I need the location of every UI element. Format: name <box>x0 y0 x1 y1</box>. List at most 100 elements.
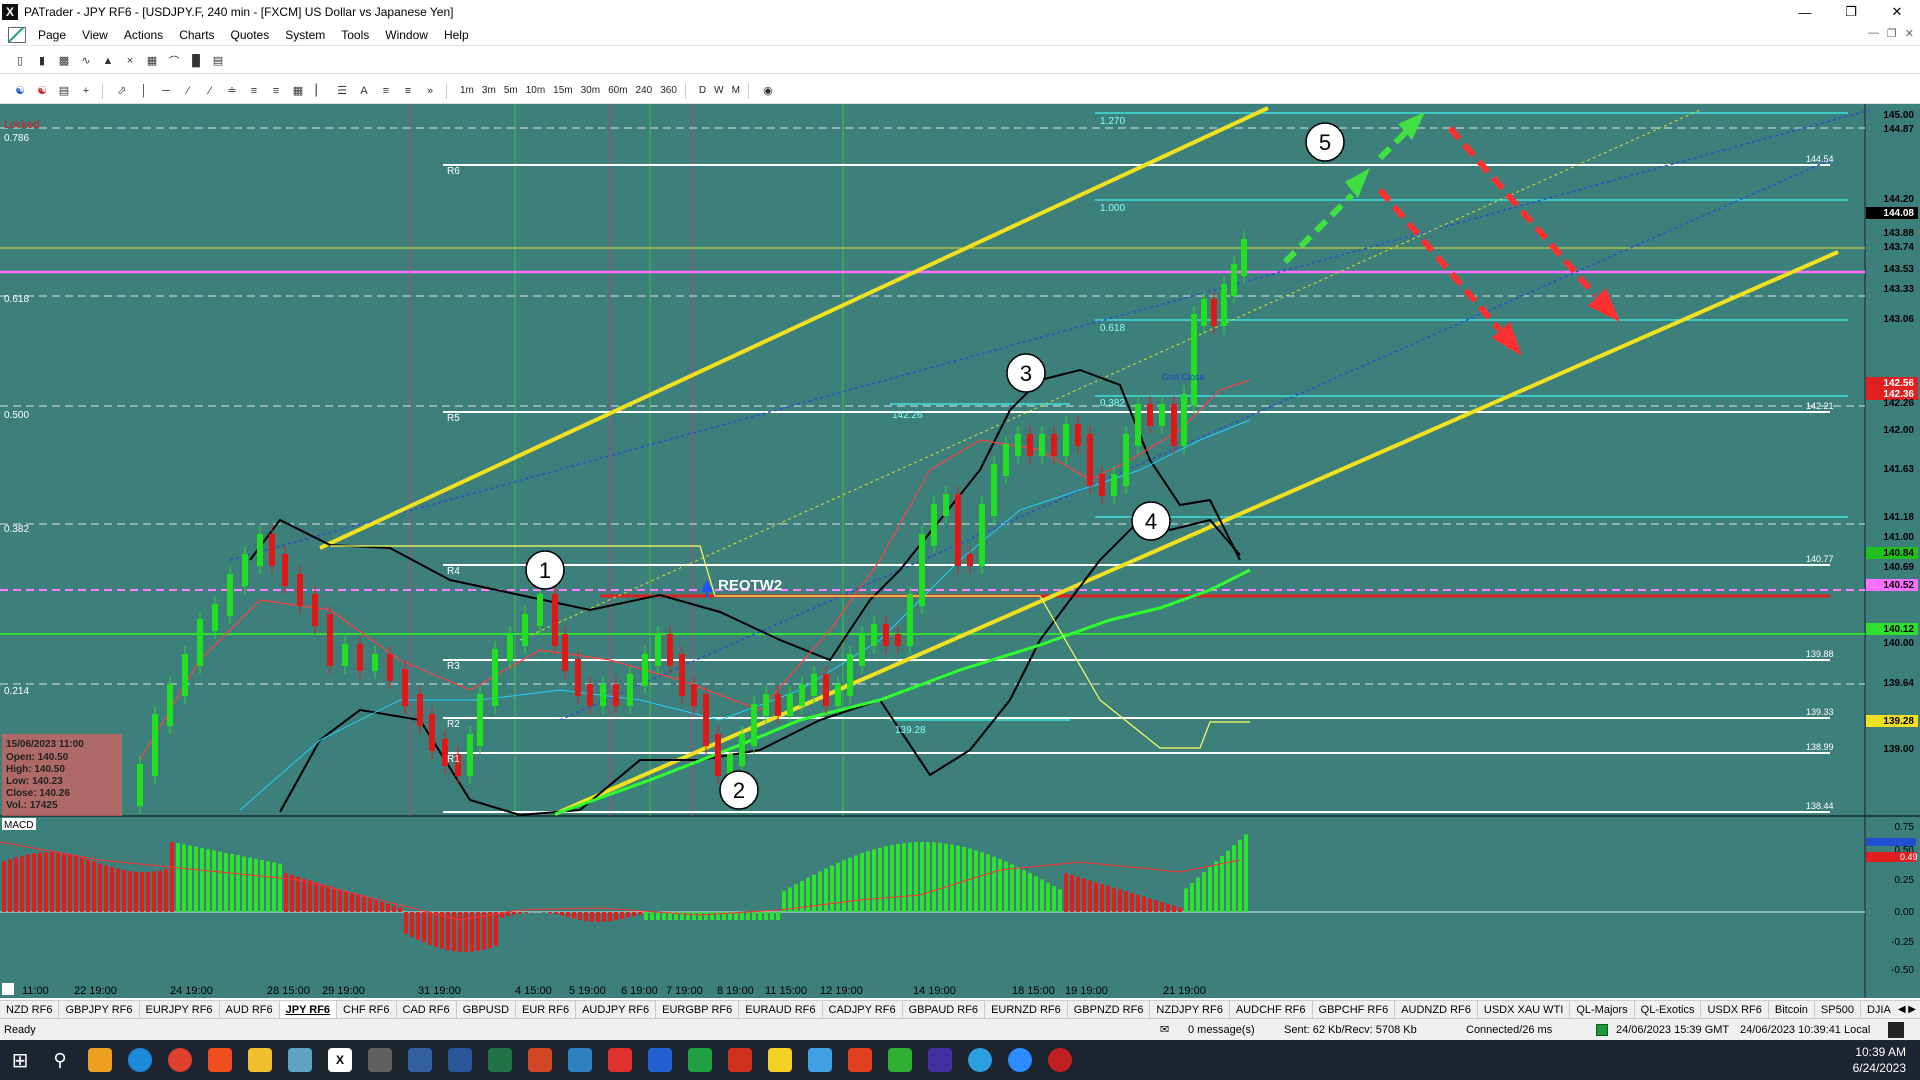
fib-fan-icon[interactable]: ≐ <box>222 82 242 100</box>
app-s-blue-icon[interactable] <box>640 1040 680 1080</box>
sync-icon[interactable]: ☯ <box>10 82 30 100</box>
tab-gbpchf-rf6[interactable]: GBPCHF RF6 <box>1313 1001 1396 1018</box>
more-icon[interactable]: » <box>420 82 440 100</box>
chart-area[interactable]: 1 2 3 4 5 Locked 0.786 0.618 0.500 0.382… <box>0 104 1920 998</box>
app-c-green-icon[interactable] <box>880 1040 920 1080</box>
patrader-icon[interactable]: X <box>320 1040 360 1080</box>
tab-aud-rf6[interactable]: AUD RF6 <box>220 1001 280 1018</box>
edge-icon[interactable] <box>120 1040 160 1080</box>
tab-gbpjpy-rf6[interactable]: GBPJPY RF6 <box>59 1001 140 1018</box>
tab-eurnzd-rf6[interactable]: EURNZD RF6 <box>985 1001 1068 1018</box>
area-chart-icon[interactable]: ▲ <box>98 52 118 70</box>
close-icon[interactable]: ✕ <box>1874 0 1920 24</box>
tab-cadjpy-rf6[interactable]: CADJPY RF6 <box>823 1001 903 1018</box>
brave-icon[interactable] <box>200 1040 240 1080</box>
trade-icon[interactable]: ☯ <box>32 82 52 100</box>
mdi-close-icon[interactable]: ✕ <box>1905 27 1914 40</box>
app-red-bird-icon[interactable] <box>720 1040 760 1080</box>
clock[interactable]: 10:39 AM 6/24/2023 <box>1853 1044 1906 1076</box>
chart-icon[interactable] <box>8 26 26 43</box>
zoom-icon[interactable] <box>1000 1040 1040 1080</box>
line-chart-icon[interactable]: ∿ <box>76 52 96 70</box>
search-icon[interactable]: ⚲ <box>40 1040 80 1080</box>
text-icon[interactable]: A <box>354 82 374 100</box>
bar-chart-icon[interactable]: ▯ <box>10 52 30 70</box>
fib-ext-icon[interactable]: ≡ <box>266 82 286 100</box>
tf-m[interactable]: M <box>728 85 744 96</box>
tab-audjpy-rf6[interactable]: AUDJPY RF6 <box>576 1001 657 1018</box>
gann-icon[interactable]: ▦ <box>288 82 308 100</box>
tab-gbpusd[interactable]: GBPUSD <box>457 1001 517 1018</box>
photos-icon[interactable] <box>560 1040 600 1080</box>
windows-start-icon[interactable]: ⊞ <box>0 1040 40 1080</box>
ohlc-chart-icon[interactable]: ▮ <box>32 52 52 70</box>
settings-icon[interactable]: ◉ <box>758 82 778 100</box>
pointer-icon[interactable]: ⬀ <box>112 82 132 100</box>
tab-gbpaud-rf6[interactable]: GBPAUD RF6 <box>903 1001 986 1018</box>
tab-eur-rf6[interactable]: EUR RF6 <box>516 1001 577 1018</box>
app-dark-red-icon[interactable] <box>1040 1040 1080 1080</box>
pitchfork-icon[interactable]: ☰ <box>332 82 352 100</box>
menu-actions[interactable]: Actions <box>116 28 171 42</box>
renko-chart-icon[interactable]: ▦ <box>142 52 162 70</box>
app-leaf-icon[interactable] <box>680 1040 720 1080</box>
tab-djia[interactable]: DJIA <box>1861 1001 1898 1018</box>
candle-chart-icon[interactable]: ▩ <box>54 52 74 70</box>
tab-ql-majors[interactable]: QL-Majors <box>1570 1001 1635 1018</box>
tf-30m[interactable]: 30m <box>577 85 604 96</box>
menu-tools[interactable]: Tools <box>333 28 377 42</box>
tab-audchf-rf6[interactable]: AUDCHF RF6 <box>1230 1001 1313 1018</box>
cycle-icon[interactable]: ▏ <box>310 82 330 100</box>
app-s-red-icon[interactable] <box>600 1040 640 1080</box>
restore-icon[interactable]: ❐ <box>1828 0 1874 24</box>
tab-chf-rf6[interactable]: CHF RF6 <box>337 1001 397 1018</box>
tab-eurjpy-rf6[interactable]: EURJPY RF6 <box>140 1001 220 1018</box>
minimize-icon[interactable]: — <box>1782 0 1828 24</box>
chrome-icon[interactable] <box>160 1040 200 1080</box>
telegram-icon[interactable] <box>960 1040 1000 1080</box>
indicator-icon[interactable]: ▤ <box>54 82 74 100</box>
tab-cad-rf6[interactable]: CAD RF6 <box>397 1001 457 1018</box>
tab-ql-exotics[interactable]: QL-Exotics <box>1635 1001 1702 1018</box>
tab-sp500[interactable]: SP500 <box>1815 1001 1861 1018</box>
explorer-icon[interactable] <box>240 1040 280 1080</box>
tf-w[interactable]: W <box>710 85 727 96</box>
tab-nzdjpy-rf6[interactable]: NZDJPY RF6 <box>1150 1001 1230 1018</box>
menu-help[interactable]: Help <box>436 28 477 42</box>
tf-1m[interactable]: 1m <box>456 85 478 96</box>
app-icon-gray[interactable] <box>360 1040 400 1080</box>
channel-icon[interactable]: ∕ <box>200 82 220 100</box>
tab-nzd-rf6[interactable]: NZD RF6 <box>0 1001 60 1018</box>
tab-usdx-rf6[interactable]: USDX RF6 <box>1701 1001 1769 1018</box>
tab-bitcoin[interactable]: Bitcoin <box>1769 1001 1815 1018</box>
powerpoint-icon[interactable] <box>520 1040 560 1080</box>
menu-system[interactable]: System <box>277 28 333 42</box>
menu-window[interactable]: Window <box>377 28 436 42</box>
mdi-restore-icon[interactable]: ❐ <box>1887 27 1897 40</box>
word-icon[interactable] <box>440 1040 480 1080</box>
tf-60m[interactable]: 60m <box>604 85 631 96</box>
kagi-chart-icon[interactable]: ⌒ <box>164 52 184 70</box>
mail-app-icon[interactable] <box>80 1040 120 1080</box>
point-figure-icon[interactable]: × <box>120 52 140 70</box>
calculator-icon[interactable] <box>400 1040 440 1080</box>
notes-icon[interactable] <box>280 1040 320 1080</box>
tab-audnzd-rf6[interactable]: AUDNZD RF6 <box>1395 1001 1478 1018</box>
mail-icon[interactable]: ✉ <box>1160 1023 1169 1036</box>
arrow-icon[interactable]: ≡ <box>376 82 396 100</box>
erase-icon[interactable]: ≡ <box>398 82 418 100</box>
tf-10m[interactable]: 10m <box>522 85 549 96</box>
tf-5m[interactable]: 5m <box>500 85 522 96</box>
volume-chart-icon[interactable]: █ <box>186 52 206 70</box>
tab-gbpnzd-rf6[interactable]: GBPNZD RF6 <box>1068 1001 1151 1018</box>
histogram-icon[interactable]: ▤ <box>208 52 228 70</box>
tf-240[interactable]: 240 <box>632 85 657 96</box>
menu-charts[interactable]: Charts <box>171 28 222 42</box>
app-c-red-icon[interactable] <box>840 1040 880 1080</box>
vertical-line-icon[interactable]: │ <box>134 82 154 100</box>
mdi-minimize-icon[interactable]: — <box>1868 27 1879 40</box>
tf-d[interactable]: D <box>695 85 710 96</box>
trend-line-icon[interactable]: ∕ <box>178 82 198 100</box>
menu-page[interactable]: Page <box>30 28 74 42</box>
tab-eurgbp-rf6[interactable]: EURGBP RF6 <box>656 1001 740 1018</box>
